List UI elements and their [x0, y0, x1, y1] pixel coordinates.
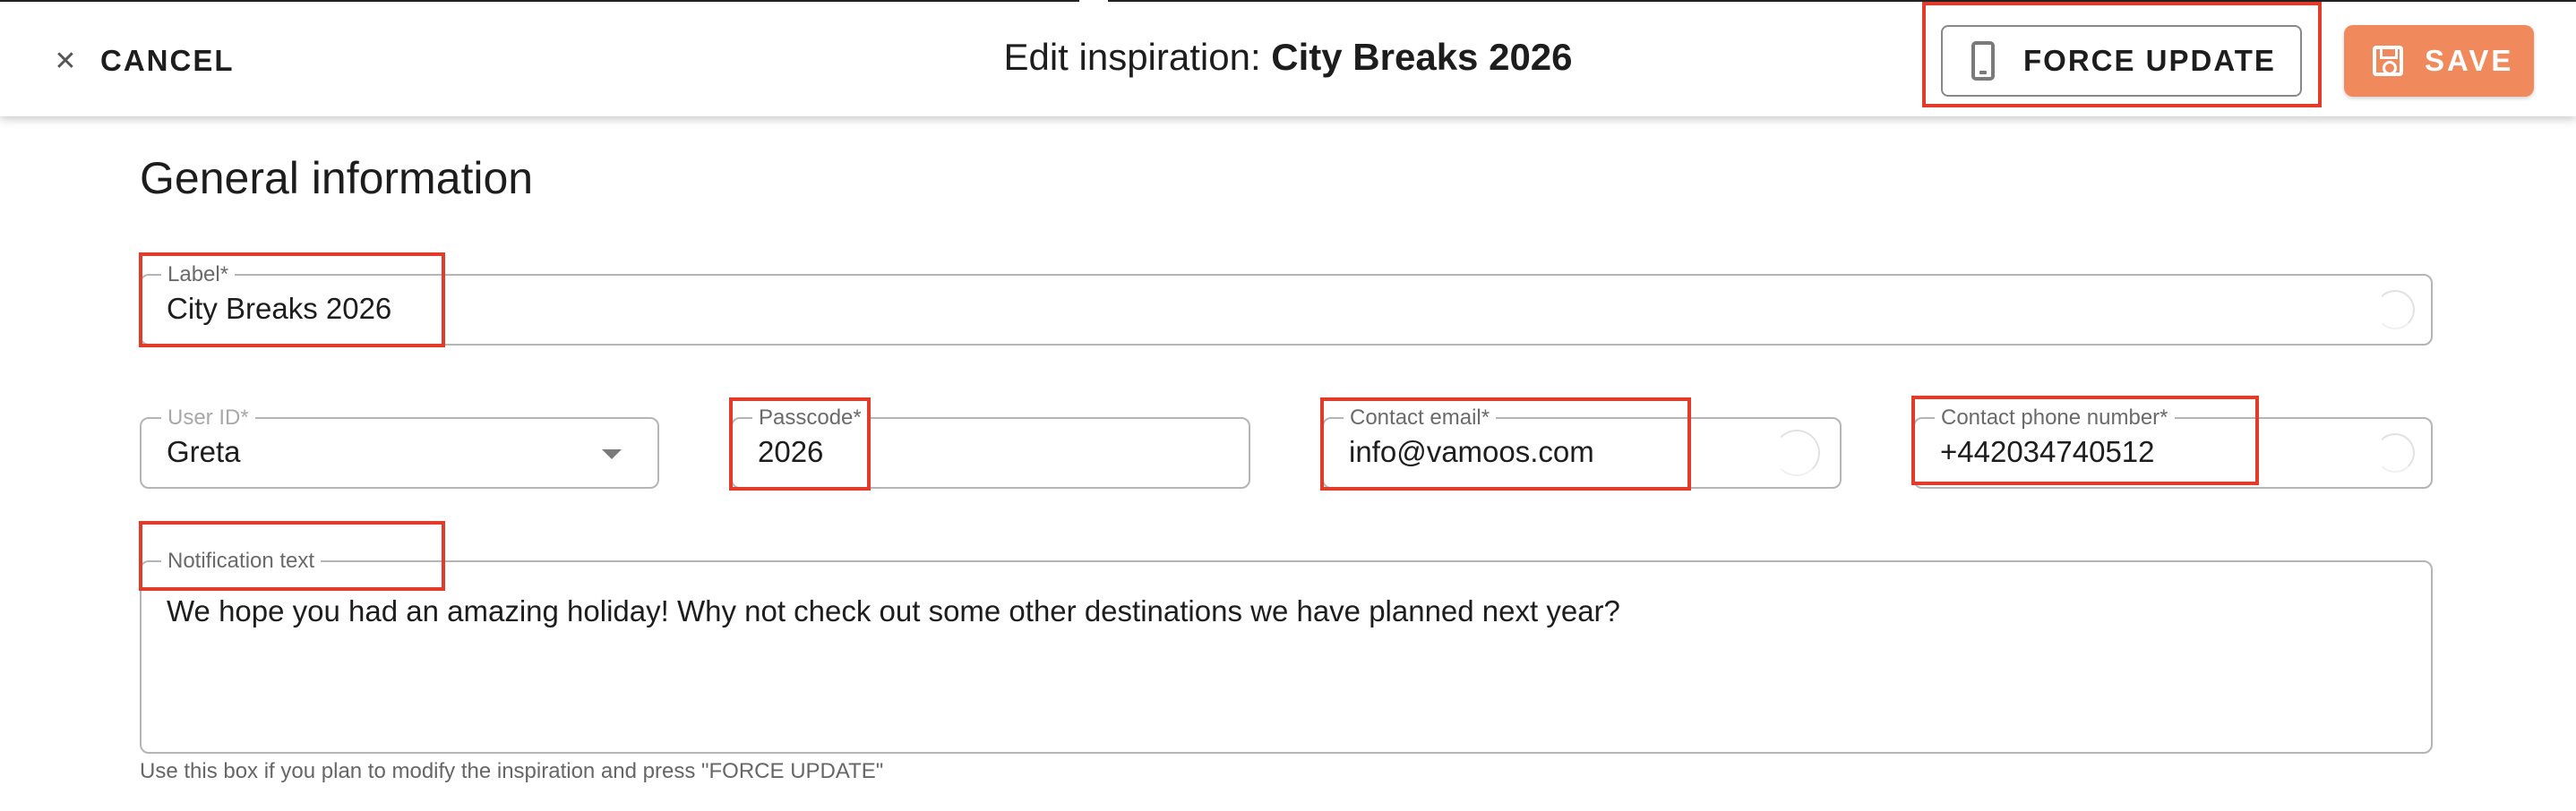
contact-email-label: Contact email* [1344, 406, 1497, 430]
page-title-name: City Breaks 2026 [1271, 36, 1573, 78]
force-update-label: FORCE UPDATE [2023, 44, 2276, 77]
passcode-label: Passcode* [752, 406, 868, 430]
section-title: General information [140, 153, 534, 203]
notification-label: Notification text [161, 550, 322, 573]
field-status-indicator [2375, 433, 2415, 473]
label-field[interactable]: Label* City Breaks 2026 [140, 263, 2433, 346]
header-notch [1079, 0, 1108, 5]
user-id-value: Greta [167, 435, 241, 468]
page-title-prefix: Edit inspiration: [1003, 36, 1272, 78]
user-id-label: User ID* [161, 406, 255, 430]
notification-textarea[interactable]: Notification text We hope you had an ama… [140, 550, 2433, 754]
contact-phone-field[interactable]: Contact phone number* +442034740512 [1913, 406, 2433, 489]
contact-email-field[interactable]: Contact email* info@vamoos.com [1322, 406, 1842, 489]
force-update-button[interactable]: FORCE UPDATE [1941, 25, 2302, 97]
passcode-field[interactable]: Passcode* 2026 [731, 406, 1250, 489]
label-field-value[interactable]: City Breaks 2026 [167, 292, 391, 326]
floppy-disk-icon [2373, 46, 2403, 76]
passcode-value[interactable]: 2026 [758, 435, 823, 469]
save-button[interactable]: SAVE [2344, 25, 2534, 97]
field-status-indicator [2375, 290, 2415, 329]
field-status-indicator [1773, 430, 1820, 476]
notification-helper-text: Use this box if you plan to modify the i… [140, 759, 884, 783]
user-id-select[interactable]: User ID* Greta [140, 406, 659, 489]
smartphone-icon [1971, 41, 1995, 81]
contact-email-value[interactable]: info@vamoos.com [1349, 435, 1594, 469]
notification-value[interactable]: We hope you had an amazing holiday! Why … [167, 594, 1620, 628]
contact-phone-label: Contact phone number* [1935, 406, 2175, 430]
contact-phone-value[interactable]: +442034740512 [1940, 435, 2155, 469]
label-field-label: Label* [161, 263, 236, 286]
dropdown-arrow-icon[interactable] [602, 449, 622, 459]
save-label: SAVE [2425, 44, 2514, 77]
top-bar: ✕ CANCEL Edit inspiration: City Breaks 2… [0, 0, 2576, 116]
